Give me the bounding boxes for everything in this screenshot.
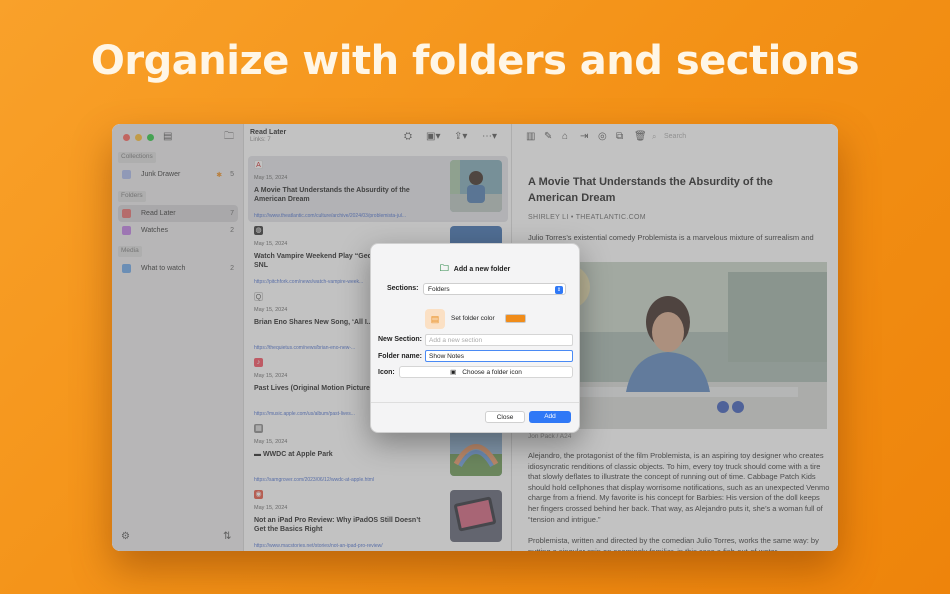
add-folder-dialog: 🗀 Add a new folder Sections: Folders ⇕ ▤… [370,243,580,433]
dialog-title: 🗀 Add a new folder [371,261,579,277]
dialog-divider [371,402,579,403]
sections-select-value: Folders [428,286,450,293]
choose-icon-label: Choose a folder icon [462,368,522,376]
folder-plus-icon: 🗀 [439,263,449,273]
folder-color-swatch[interactable] [505,314,526,323]
choose-icon-button[interactable]: ▣ Choose a folder icon [399,366,573,378]
close-button[interactable]: Close [485,411,525,423]
sections-select[interactable]: Folders ⇕ [423,283,566,295]
folder-color-preview-icon[interactable]: ▤ [425,309,445,329]
image-icon: ▣ [450,369,457,376]
folder-name-label: Folder name: [378,353,422,360]
sections-label: Sections: [387,285,419,292]
new-section-input[interactable]: Add a new section [425,334,573,346]
folder-name-input[interactable]: Show Notes [425,350,573,362]
headline: Organize with folders and sections [90,38,860,84]
dialog-title-text: Add a new folder [453,265,511,273]
set-color-label: Set folder color [451,315,495,322]
add-button[interactable]: Add [529,411,571,423]
new-section-label: New Section: [378,336,422,343]
icon-label: Icon: [378,369,395,376]
chevron-updown-icon: ⇕ [555,285,563,294]
